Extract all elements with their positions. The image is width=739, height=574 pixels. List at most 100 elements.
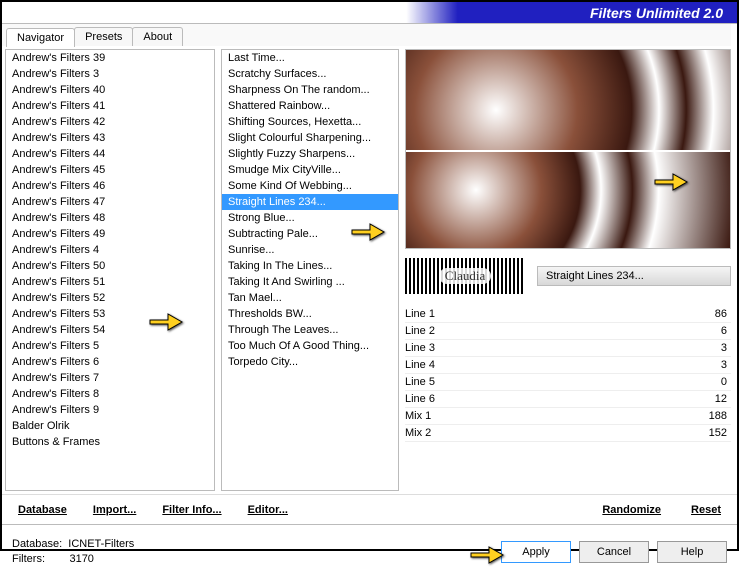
category-item[interactable]: Andrew's Filters 51 (6, 274, 214, 290)
help-button[interactable]: Help (657, 541, 727, 563)
tab-navigator[interactable]: Navigator (6, 28, 75, 47)
filter-item[interactable]: Too Much Of A Good Thing... (222, 338, 398, 354)
param-slider[interactable] (493, 347, 679, 351)
tab-presets[interactable]: Presets (74, 27, 133, 46)
category-item[interactable]: Andrew's Filters 53 (6, 306, 214, 322)
param-label: Mix 2 (405, 427, 485, 439)
database-link[interactable]: Database (12, 500, 73, 520)
category-item[interactable]: Andrew's Filters 8 (6, 386, 214, 402)
left-column: Navigator Presets About Andrew's Filters… (2, 24, 218, 494)
right-column: Claudia Straight Lines 234... Line 186Li… (402, 24, 737, 494)
category-item[interactable]: Andrew's Filters 40 (6, 82, 214, 98)
category-item[interactable]: Andrew's Filters 54 (6, 322, 214, 338)
param-label: Line 1 (405, 308, 485, 320)
param-row: Line 50 (405, 374, 731, 391)
category-item[interactable]: Andrew's Filters 41 (6, 98, 214, 114)
filter-item[interactable]: Sunrise... (222, 242, 398, 258)
filter-item[interactable]: Smudge Mix CityVille... (222, 162, 398, 178)
category-item[interactable]: Andrew's Filters 52 (6, 290, 214, 306)
preview-image (405, 49, 731, 249)
filter-item[interactable]: Some Kind Of Webbing... (222, 178, 398, 194)
filter-item[interactable]: Slight Colourful Sharpening... (222, 130, 398, 146)
filter-item[interactable]: Subtracting Pale... (222, 226, 398, 242)
cancel-button[interactable]: Cancel (579, 541, 649, 563)
category-item[interactable]: Andrew's Filters 48 (6, 210, 214, 226)
filter-item[interactable]: Last Time... (222, 50, 398, 66)
category-item[interactable]: Andrew's Filters 47 (6, 194, 214, 210)
filter-item[interactable]: Straight Lines 234... (222, 194, 398, 210)
param-slider[interactable] (493, 381, 679, 385)
filter-item[interactable]: Thresholds BW... (222, 306, 398, 322)
param-row: Line 33 (405, 340, 731, 357)
param-row: Mix 1188 (405, 408, 731, 425)
category-item[interactable]: Andrew's Filters 6 (6, 354, 214, 370)
category-item[interactable]: Andrew's Filters 49 (6, 226, 214, 242)
param-label: Line 6 (405, 393, 485, 405)
filter-item[interactable]: Taking In The Lines... (222, 258, 398, 274)
logo-name-row: Claudia Straight Lines 234... (405, 256, 731, 296)
import-link[interactable]: Import... (87, 500, 142, 520)
filter-item[interactable]: Tan Mael... (222, 290, 398, 306)
filter-item[interactable]: Taking It And Swirling ... (222, 274, 398, 290)
footer-info: Database: ICNET-Filters Filters: 3170 (12, 537, 134, 567)
randomize-link[interactable]: Randomize (596, 500, 667, 520)
param-value: 0 (687, 376, 727, 388)
left-links: Database Import... Filter Info... Editor… (12, 500, 294, 520)
category-item[interactable]: Andrew's Filters 39 (6, 50, 214, 66)
filter-item[interactable]: Shattered Rainbow... (222, 98, 398, 114)
filter-item[interactable]: Slightly Fuzzy Sharpens... (222, 146, 398, 162)
category-item[interactable]: Andrew's Filters 42 (6, 114, 214, 130)
author-logo: Claudia (405, 258, 525, 294)
right-links: Randomize Reset (596, 500, 727, 520)
category-item[interactable]: Andrew's Filters 45 (6, 162, 214, 178)
param-row: Mix 2 152 (405, 425, 731, 442)
param-row: Line 1 86 (405, 306, 731, 323)
apply-button[interactable]: Apply (501, 541, 571, 563)
footer-buttons: Apply Cancel Help (501, 541, 727, 563)
param-value: 188 (687, 410, 727, 422)
filter-listbox[interactable]: Last Time...Scratchy Surfaces...Sharpnes… (221, 49, 399, 491)
reset-link[interactable]: Reset (685, 500, 727, 520)
category-item[interactable]: Andrew's Filters 50 (6, 258, 214, 274)
category-item[interactable]: Andrew's Filters 7 (6, 370, 214, 386)
param-slider[interactable] (493, 364, 679, 368)
category-item[interactable]: Andrew's Filters 4 (6, 242, 214, 258)
filters-label: Filters: (12, 553, 45, 565)
editor-link[interactable]: Editor... (242, 500, 294, 520)
param-slider[interactable] (493, 313, 679, 317)
spacer (402, 24, 731, 46)
param-value: 3 (687, 359, 727, 371)
tab-about[interactable]: About (132, 27, 183, 46)
param-value: 12 (687, 393, 727, 405)
param-label: Line 4 (405, 359, 485, 371)
category-item[interactable]: Balder Olrik (6, 418, 214, 434)
category-item[interactable]: Buttons & Frames (6, 434, 214, 450)
param-value: 86 (687, 308, 727, 320)
filter-item[interactable]: Through The Leaves... (222, 322, 398, 338)
param-slider[interactable] (493, 330, 679, 334)
category-item[interactable]: Andrew's Filters 9 (6, 402, 214, 418)
tab-strip: Navigator Presets About (2, 24, 218, 46)
parameters-panel: Line 186Line 26Line 33Line 43Line 50Line… (405, 306, 731, 494)
param-label: Line 3 (405, 342, 485, 354)
category-item[interactable]: Andrew's Filters 3 (6, 66, 214, 82)
pointer-icon (469, 541, 505, 565)
param-value: 152 (687, 427, 727, 439)
filter-item[interactable]: Shifting Sources, Hexetta... (222, 114, 398, 130)
category-listbox[interactable]: Andrew's Filters 39Andrew's Filters 3And… (5, 49, 215, 491)
filter-item[interactable]: Sharpness On The random... (222, 82, 398, 98)
param-slider[interactable] (493, 398, 679, 402)
filter-info-link[interactable]: Filter Info... (156, 500, 227, 520)
param-slider[interactable] (493, 432, 679, 436)
param-row: Line 4 3 (405, 357, 731, 374)
category-item[interactable]: Andrew's Filters 46 (6, 178, 214, 194)
db-label: Database: (12, 538, 62, 550)
footer: Database: ICNET-Filters Filters: 3170 Ap… (2, 524, 737, 574)
param-slider[interactable] (493, 415, 679, 419)
category-item[interactable]: Andrew's Filters 5 (6, 338, 214, 354)
category-item[interactable]: Andrew's Filters 43 (6, 130, 214, 146)
filter-item[interactable]: Strong Blue... (222, 210, 398, 226)
category-item[interactable]: Andrew's Filters 44 (6, 146, 214, 162)
filter-item[interactable]: Torpedo City... (222, 354, 398, 370)
filter-item[interactable]: Scratchy Surfaces... (222, 66, 398, 82)
